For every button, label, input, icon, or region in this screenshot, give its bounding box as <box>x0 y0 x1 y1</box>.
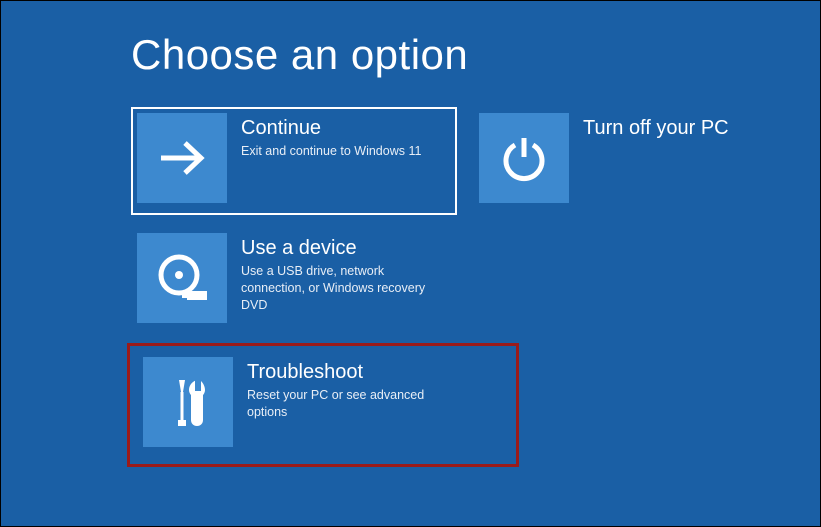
troubleshoot-text: Troubleshoot Reset your PC or see advanc… <box>233 357 505 421</box>
turnoff-tile[interactable]: Turn off your PC <box>473 107 773 215</box>
options-row-3: Troubleshoot Reset your PC or see advanc… <box>131 347 820 463</box>
page-title: Choose an option <box>131 31 820 79</box>
troubleshoot-desc: Reset your PC or see advanced options <box>247 387 457 421</box>
usedevice-tile[interactable]: Use a device Use a USB drive, network co… <box>131 227 457 335</box>
continue-tile[interactable]: Continue Exit and continue to Windows 11 <box>131 107 457 215</box>
usedevice-text: Use a device Use a USB drive, network co… <box>227 233 447 314</box>
continue-title: Continue <box>241 117 447 140</box>
options-list: Continue Exit and continue to Windows 11… <box>131 107 820 463</box>
continue-text: Continue Exit and continue to Windows 11 <box>227 113 447 160</box>
power-icon <box>479 113 569 203</box>
disc-usb-icon <box>137 233 227 323</box>
recovery-page: Choose an option Continue Exit and conti… <box>1 1 820 463</box>
turnoff-title: Turn off your PC <box>583 117 763 140</box>
turnoff-text: Turn off your PC <box>569 113 763 143</box>
tools-icon <box>143 357 233 447</box>
troubleshoot-title: Troubleshoot <box>247 361 505 384</box>
usedevice-title: Use a device <box>241 237 447 260</box>
options-row-2: Use a device Use a USB drive, network co… <box>131 227 820 335</box>
usedevice-desc: Use a USB drive, network connection, or … <box>241 263 447 314</box>
troubleshoot-tile[interactable]: Troubleshoot Reset your PC or see advanc… <box>131 347 515 463</box>
arrow-right-icon <box>137 113 227 203</box>
options-row-1: Continue Exit and continue to Windows 11… <box>131 107 820 215</box>
continue-desc: Exit and continue to Windows 11 <box>241 143 447 160</box>
